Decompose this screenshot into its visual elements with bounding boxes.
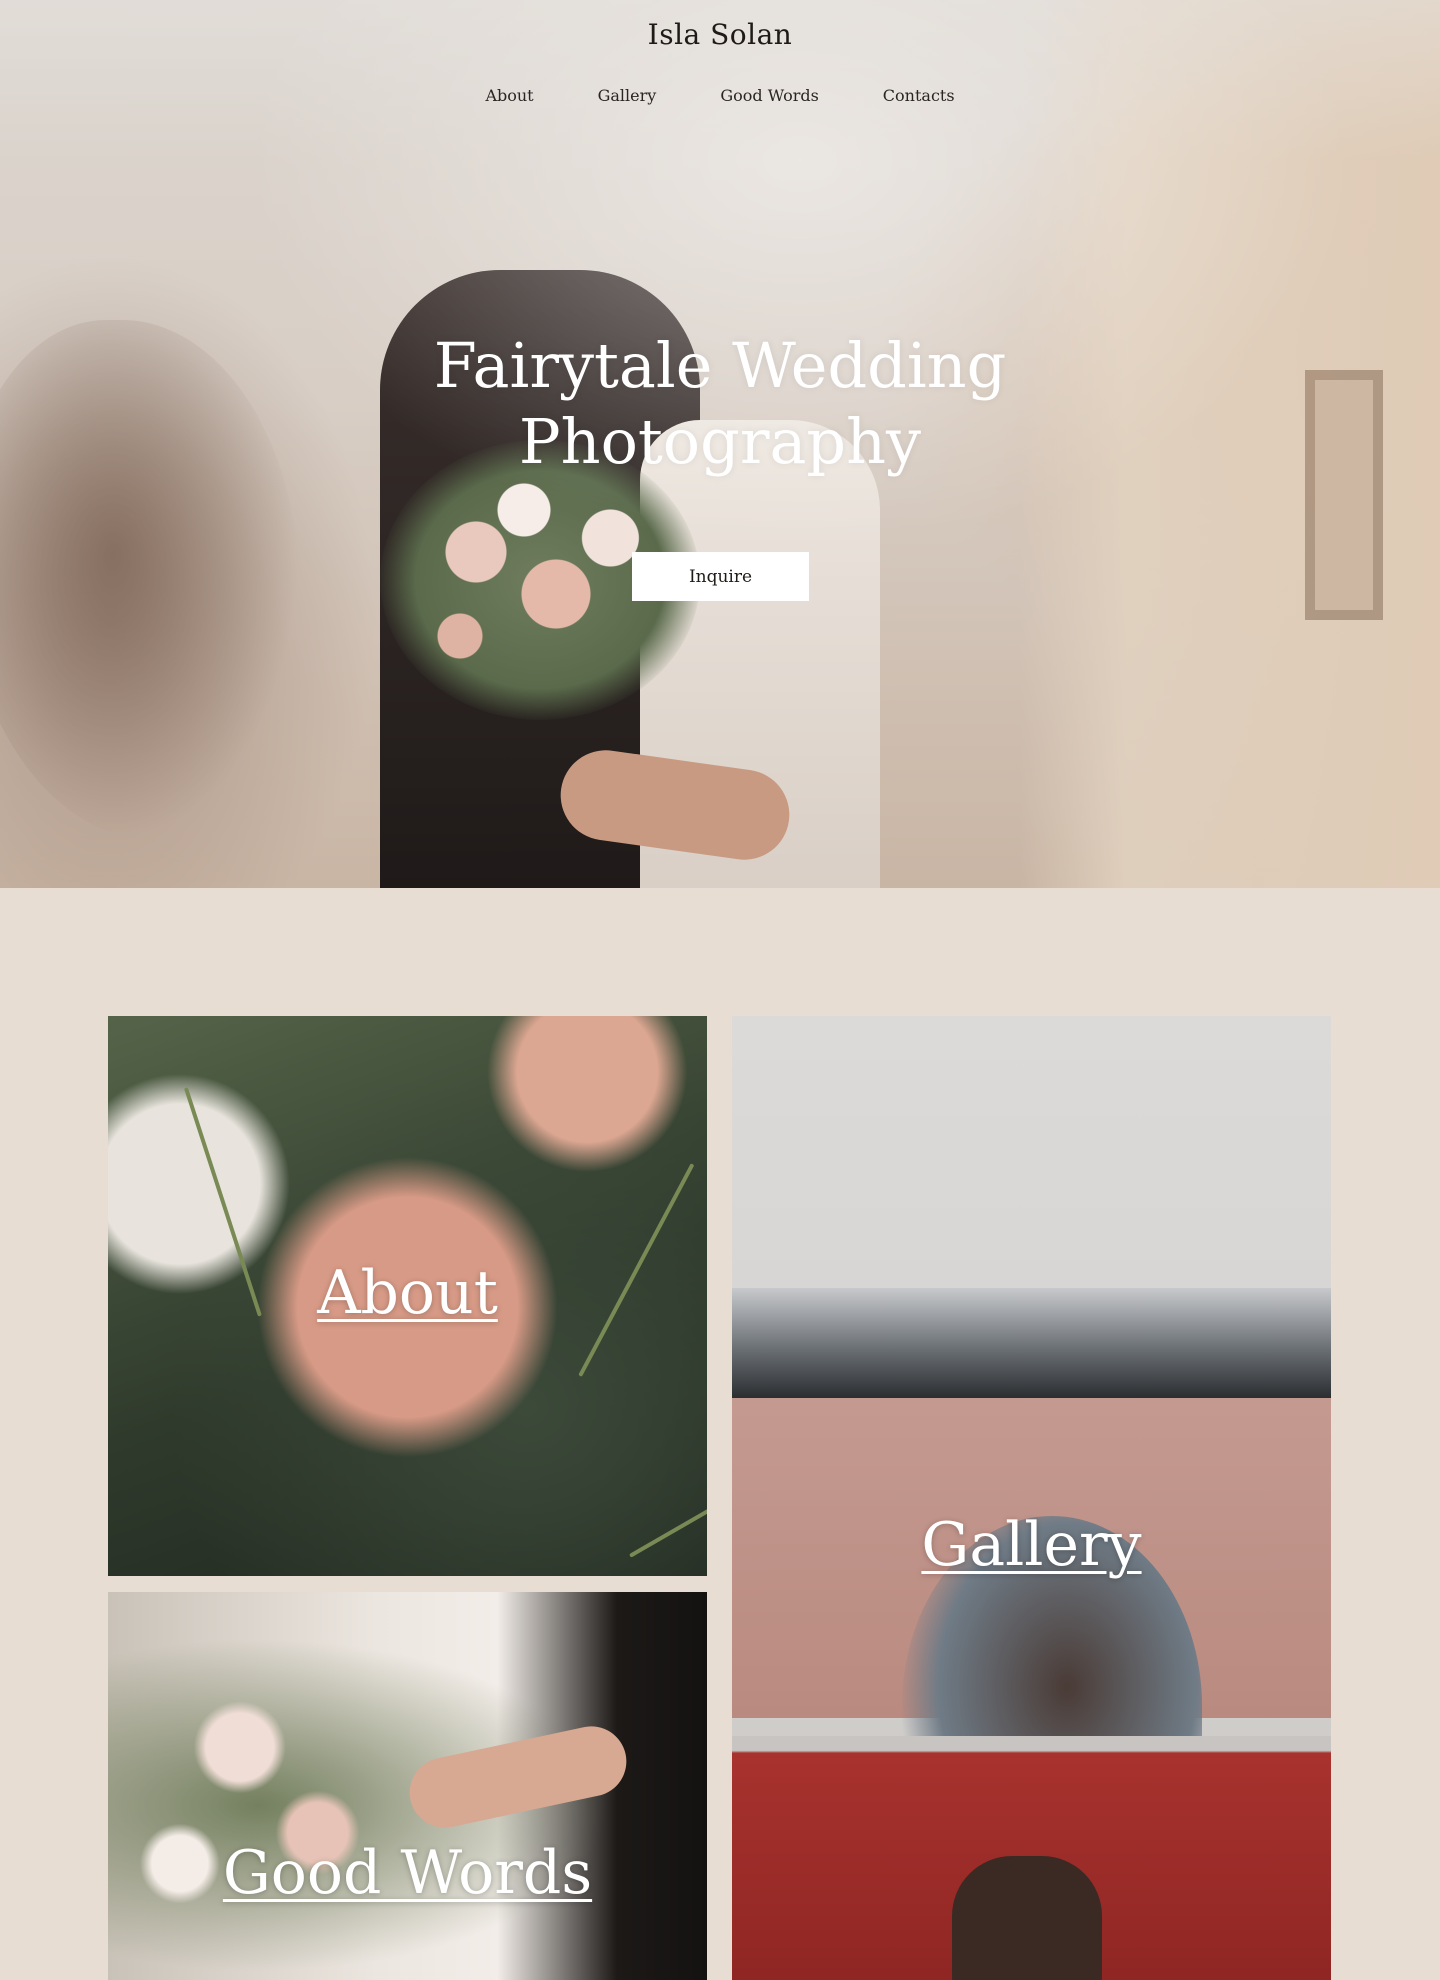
good-words-tile[interactable]: Good Words xyxy=(108,1592,707,1980)
good-words-photo-arm xyxy=(403,1719,633,1835)
hero-section: Isla Solan About Gallery Good Words Cont… xyxy=(0,0,1440,888)
gallery-photo-hand xyxy=(952,1856,1102,1980)
about-photo-stem xyxy=(629,1434,707,1558)
hero-heading: Fairytale Wedding Photography xyxy=(0,328,1440,479)
good-words-tile-label[interactable]: Good Words xyxy=(108,1838,707,1908)
nav-link-good-words[interactable]: Good Words xyxy=(688,86,850,105)
nav-link-gallery[interactable]: Gallery xyxy=(566,86,689,105)
nav-link-about[interactable]: About xyxy=(453,86,565,105)
main-nav: About Gallery Good Words Contacts xyxy=(0,86,1440,105)
inquire-button[interactable]: Inquire xyxy=(632,552,809,601)
hero-heading-line-2: Photography xyxy=(518,404,922,478)
about-tile[interactable]: About xyxy=(108,1016,707,1576)
gallery-tile[interactable]: Gallery xyxy=(732,1016,1331,1980)
nav-link-contacts[interactable]: Contacts xyxy=(851,86,987,105)
gallery-tile-label[interactable]: Gallery xyxy=(732,1510,1331,1580)
hero-heading-line-1: Fairytale Wedding xyxy=(433,329,1007,402)
site-title[interactable]: Isla Solan xyxy=(0,18,1440,51)
about-tile-label[interactable]: About xyxy=(108,1258,707,1328)
gallery-photo-car-roof xyxy=(732,1288,1331,1398)
